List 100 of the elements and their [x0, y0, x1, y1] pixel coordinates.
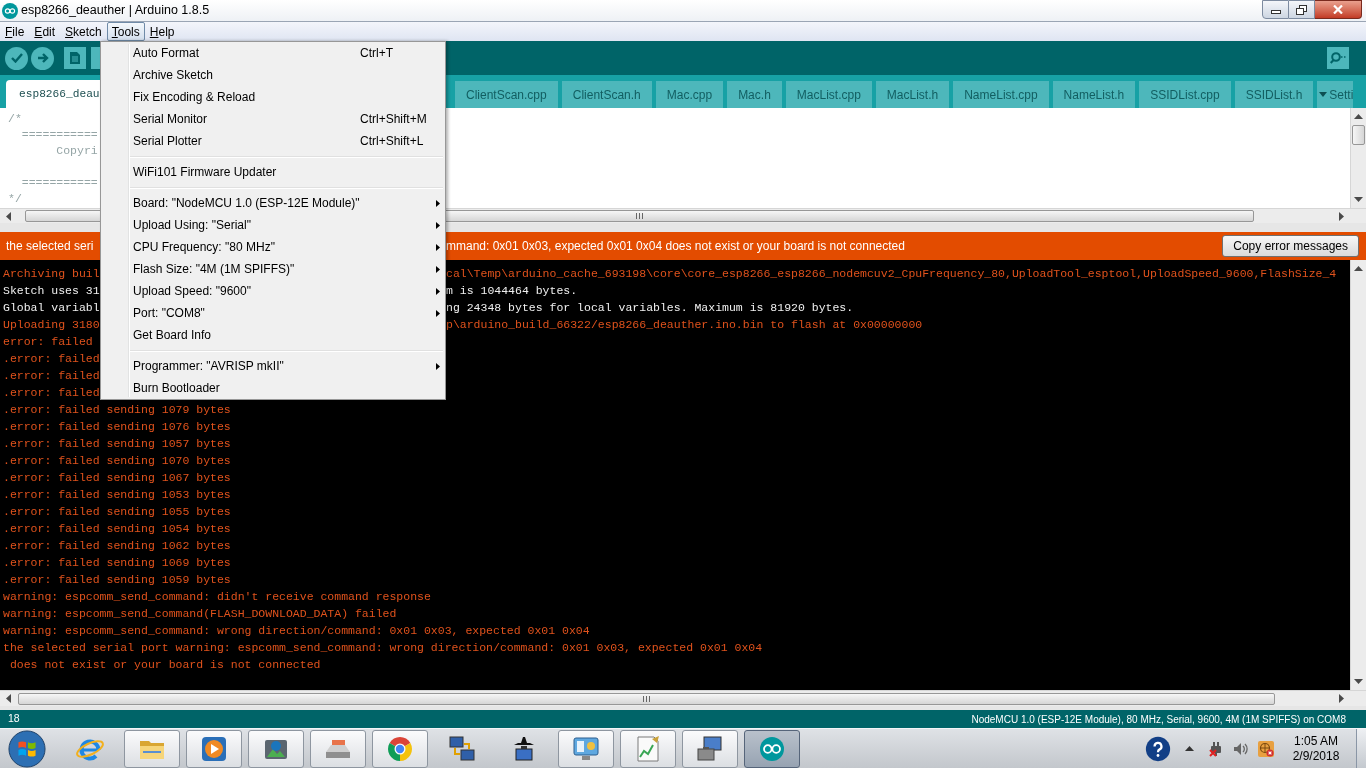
left-arrow-icon — [6, 694, 11, 703]
code-line: /* — [8, 111, 22, 127]
close-button[interactable] — [1315, 0, 1362, 19]
start-orb-icon — [8, 729, 46, 768]
scrollbar-thumb[interactable] — [1352, 125, 1365, 145]
console-line: Archiving buil — [3, 266, 100, 282]
down-arrow-icon — [1354, 679, 1363, 684]
submenu-arrow-icon — [436, 199, 440, 207]
console-line: error: failed — [3, 334, 93, 350]
close-icon — [1333, 5, 1343, 14]
console-line: Sketch uses 31 — [3, 283, 100, 299]
submenu-arrow-icon — [436, 243, 440, 251]
clock-date: 2/9/2018 — [1292, 748, 1340, 764]
up-arrow-icon — [1354, 266, 1363, 271]
grip-icon — [636, 213, 643, 219]
document-button[interactable] — [64, 47, 86, 69]
arrow-button[interactable] — [31, 46, 54, 70]
console-line: cal\Temp\arduino_cache_693198\core\core_esp8266_esp8266_nodemcuv2_CpuFrequency_80,UploadTool_esptool,UploadSpeed_9600,FlashSize_4 — [446, 266, 1337, 282]
vertical-scrollbar[interactable] — [1350, 108, 1366, 208]
console-line: .error: failed sending 1079 bytes — [3, 402, 231, 418]
submenu-arrow-icon — [436, 309, 440, 317]
line-number: 18 — [8, 711, 20, 727]
tab[interactable]: esp8266_deau — [6, 80, 100, 108]
infinity-logo-icon — [2, 2, 18, 19]
code-line: =========== — [20, 127, 98, 143]
menu-item[interactable]: Upload Using: "Serial" — [101, 214, 445, 236]
submenu-arrow-icon — [436, 265, 440, 273]
menu-item[interactable]: Edit — [29, 22, 61, 41]
globe-error-icon[interactable] — [1258, 740, 1274, 757]
error-message: mmand: 0x01 0x03, expected 0x01 0x04 does not exist or your board is not connected — [446, 238, 905, 255]
menu-item[interactable]: Archive Sketch — [101, 64, 445, 86]
up-arrow-icon[interactable] — [1185, 746, 1194, 751]
menu-item[interactable]: Flash Size: "4M (1M SPIFFS)" — [101, 258, 445, 280]
right-arrow-icon — [36, 53, 49, 63]
console-line: ng 24348 bytes for local variables. Maximum is 81920 bytes. — [446, 300, 854, 316]
right-arrow-icon — [1339, 211, 1344, 221]
up-arrow-icon — [1354, 114, 1363, 119]
console-line: .error: failed sending 1067 bytes — [3, 470, 231, 486]
board-info: NodeMCU 1.0 (ESP-12E Module), 80 MHz, Serial, 9600, 4M (1M SPIFFS) on COM8 — [971, 712, 1346, 727]
error-message: the selected seri — [6, 238, 94, 255]
start-button[interactable] — [7, 728, 47, 768]
submenu-arrow-icon — [436, 287, 440, 295]
console-line: does not exist or your board is not connected — [8, 657, 321, 673]
menu-item[interactable]: Serial Monitor Ctrl+Shift+M — [101, 108, 445, 130]
menu-item[interactable]: CPU Frequency: "80 MHz" — [101, 236, 445, 258]
dropdown-triangle-icon[interactable] — [1319, 92, 1328, 97]
shortcut-label: Ctrl+T — [360, 45, 393, 62]
console-line: warning: espcomm_send_command(FLASH_DOWNLOAD_DATA) failed — [3, 606, 397, 622]
code-line: Copyri — [55, 143, 98, 159]
console-line: .error: failed sending 1055 bytes — [3, 504, 231, 520]
monitor-toolbox-icon — [695, 733, 725, 764]
console-line: Global variabl — [3, 300, 100, 316]
check-button[interactable] — [5, 46, 28, 70]
horizontal-scrollbar[interactable] — [0, 690, 1366, 706]
copy-error-button[interactable]: Copy error messages — [1222, 235, 1359, 257]
console-line: .error: failed sending 1069 bytes — [3, 555, 231, 571]
menu-item[interactable]: Upload Speed: "9600" — [101, 280, 445, 302]
window-title: esp8266_deauther | Arduino 1.8.5 — [21, 2, 210, 20]
grip-icon — [643, 695, 650, 702]
menu-item[interactable]: File — [0, 22, 30, 41]
menu-item[interactable]: Fix Encoding & Reload — [101, 86, 445, 108]
console-line: .error: failed sending 1076 bytes — [3, 419, 231, 435]
console-line: .error: failed sending 1053 bytes — [3, 487, 231, 503]
menu-item[interactable]: Tools — [106, 22, 145, 41]
help-icon[interactable] — [1145, 735, 1171, 762]
check-icon — [10, 53, 23, 63]
magnifier-button[interactable] — [1327, 47, 1349, 69]
menu-item[interactable]: Port: "COM8" — [101, 302, 445, 324]
restore-button[interactable] — [1289, 0, 1315, 19]
console-line: .error: failed sending 1057 bytes — [3, 436, 231, 452]
scrollbar-thumb[interactable] — [18, 692, 1275, 705]
linked-monitors-icon — [447, 733, 477, 764]
menu-item[interactable]: WiFi101 Firmware Updater — [101, 161, 445, 183]
minimize-button[interactable] — [1262, 0, 1289, 19]
console-line: warning: espcomm_send_command: wrong direction/command: 0x01 0x03, expected 0x01 0x04 — [3, 623, 590, 639]
menu-item[interactable]: Burn Bootloader — [101, 377, 445, 399]
menu-item[interactable]: Help — [144, 22, 180, 41]
restore-icon — [1296, 4, 1307, 15]
code-line: =========== — [20, 175, 98, 191]
menu-item[interactable]: Sketch — [60, 22, 107, 41]
menu-item[interactable]: Serial Plotter Ctrl+Shift+L — [101, 130, 445, 152]
console-line: the selected serial port warning: espcomm_send_command: wrong direction/command: 0x01 0x03, expected 0x01 0x04 — [3, 640, 763, 656]
console-line: .error: failed — [3, 385, 100, 401]
menu-item[interactable]: Auto Format Ctrl+T — [101, 42, 445, 64]
code-line: */ — [8, 191, 22, 207]
menu-item[interactable]: Programmer: "AVRISP mkII" — [101, 355, 445, 377]
clock-time: 1:05 AM — [1294, 733, 1338, 749]
shortcut-label: Ctrl+Shift+M — [360, 111, 427, 128]
menu-item[interactable]: Get Board Info — [101, 324, 445, 346]
vertical-scrollbar[interactable] — [1350, 260, 1366, 690]
console-line: .error: failed sending 1070 bytes — [3, 453, 231, 469]
plug-error-icon[interactable] — [1208, 740, 1224, 757]
show-desktop-button[interactable] — [1356, 728, 1366, 768]
taskbar-button[interactable] — [682, 729, 738, 768]
console-line: .error: failed — [3, 368, 100, 384]
right-arrow-icon — [1339, 694, 1344, 703]
minimize-icon — [1270, 10, 1281, 14]
menu-item[interactable]: Board: "NodeMCU 1.0 (ESP-12E Module)" — [101, 192, 445, 214]
shortcut-label: Ctrl+Shift+L — [360, 133, 424, 150]
submenu-arrow-icon — [436, 221, 440, 229]
